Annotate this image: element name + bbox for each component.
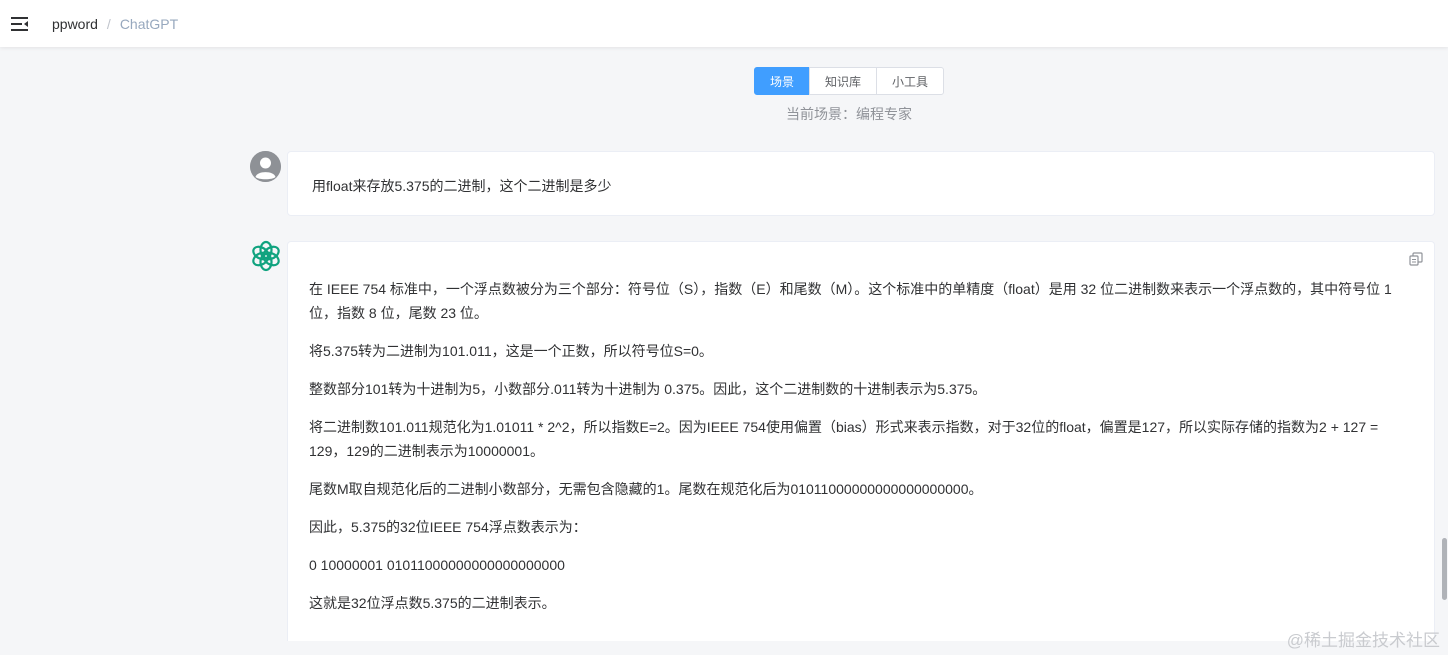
scrollbar-thumb[interactable] bbox=[1442, 538, 1447, 600]
breadcrumb-home[interactable]: ppword bbox=[52, 16, 98, 32]
current-scene: 当前场景：编程专家 bbox=[786, 104, 912, 124]
mode-tabs: 场景 知识库 小工具 bbox=[754, 67, 945, 95]
answer-paragraph: 尾数M取自规范化后的二进制小数部分，无需包含隐藏的1。尾数在规范化后为01011… bbox=[309, 481, 983, 497]
answer-paragraph: 将5.375转为二进制为101.011，这是一个正数，所以符号位S=0。 bbox=[309, 343, 713, 359]
copy-icon[interactable] bbox=[1409, 252, 1423, 266]
current-scene-label: 当前场景： bbox=[786, 106, 856, 122]
answer-paragraph: 0 10000001 01011000000000000000000 bbox=[309, 557, 565, 573]
current-scene-value: 编程专家 bbox=[856, 106, 912, 122]
assistant-message-card: 在 IEEE 754 标准中，一个浮点数被分为三个部分：符号位（S），指数（E）… bbox=[287, 241, 1435, 641]
user-message-text: 用float来存放5.375的二进制，这个二进制是多少 bbox=[312, 178, 612, 194]
assistant-message-text: 在 IEEE 754 标准中，一个浮点数被分为三个部分：符号位（S），指数（E）… bbox=[309, 277, 1409, 629]
openai-logo-icon bbox=[250, 240, 282, 272]
breadcrumb-current: ChatGPT bbox=[119, 15, 179, 32]
answer-paragraph: 整数部分101转为十进制为5，小数部分.011转为十进制为 0.375。因此，这… bbox=[309, 381, 987, 397]
watermark: @稀土掘金技术社区 bbox=[1286, 631, 1440, 650]
tab-tools[interactable]: 小工具 bbox=[876, 67, 945, 95]
answer-paragraph: 因此，5.375的32位IEEE 754浮点数表示为： bbox=[309, 519, 587, 535]
breadcrumb: ppword / ChatGPT bbox=[52, 16, 178, 32]
answer-paragraph: 将二进制数101.011规范化为1.01011 * 2^2，所以指数E=2。因为… bbox=[309, 419, 1379, 459]
answer-paragraph: 在 IEEE 754 标准中，一个浮点数被分为三个部分：符号位（S），指数（E）… bbox=[309, 281, 1392, 321]
answer-paragraph: 这就是32位浮点数5.375的二进制表示。 bbox=[309, 595, 556, 611]
menu-fold-icon[interactable] bbox=[11, 16, 29, 31]
tab-knowledge-base[interactable]: 知识库 bbox=[809, 67, 878, 95]
user-message-card: 用float来存放5.375的二进制，这个二进制是多少 bbox=[287, 151, 1435, 216]
top-bar: ppword / ChatGPT bbox=[0, 0, 1448, 47]
user-avatar-icon bbox=[250, 151, 281, 182]
breadcrumb-separator: / bbox=[106, 15, 111, 32]
tab-scene[interactable]: 场景 bbox=[754, 67, 811, 95]
